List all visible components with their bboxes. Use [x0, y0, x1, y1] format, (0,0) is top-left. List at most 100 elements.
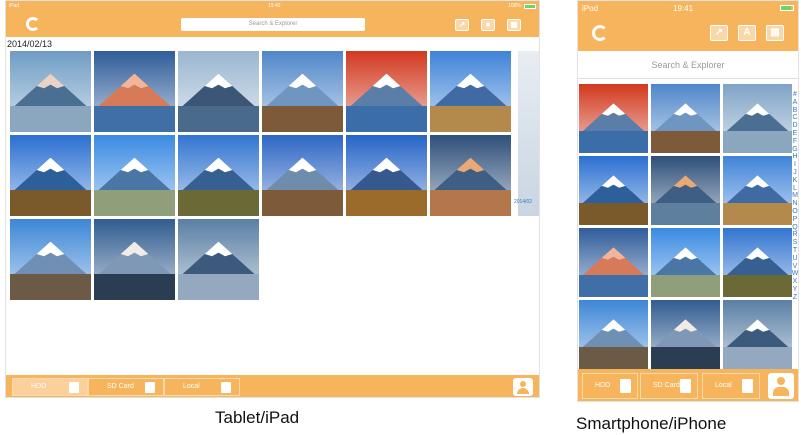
index-letter[interactable]: A [793, 99, 798, 107]
tablet-screen: iPad 19:42 100% Search & Explorer ↗ ■ ▦ 20… [5, 0, 540, 398]
index-letter[interactable]: M [792, 192, 798, 200]
photo-foreground [94, 190, 175, 216]
share-button[interactable]: ↗ [710, 25, 728, 41]
index-letter[interactable]: X [793, 278, 798, 286]
sd-card-icon [145, 382, 155, 393]
index-letter[interactable]: O [792, 208, 797, 216]
photo-thumbnail[interactable] [346, 135, 427, 216]
index-letter[interactable]: F [793, 138, 797, 146]
user-icon-body [773, 387, 789, 396]
index-letter[interactable]: L [793, 185, 797, 193]
photo-thumbnail[interactable] [346, 51, 427, 132]
hdd-icon [620, 379, 631, 393]
index-letter[interactable]: N [792, 200, 797, 208]
photo-foreground [94, 106, 175, 132]
photo-thumbnail[interactable] [723, 300, 792, 369]
source-tab-local[interactable]: Local [164, 378, 240, 396]
index-letter[interactable]: K [793, 177, 798, 185]
device-label: iPad [9, 3, 20, 9]
index-letter[interactable]: V [793, 263, 798, 271]
account-button[interactable] [513, 378, 533, 396]
photo-thumbnail[interactable] [579, 228, 648, 297]
device-icon [742, 379, 753, 393]
photo-foreground [723, 202, 792, 225]
search-input[interactable]: Search & Explorer [181, 18, 365, 31]
photo-foreground [10, 274, 91, 300]
photo-thumbnail[interactable] [94, 51, 175, 132]
photo-foreground [178, 106, 259, 132]
photo-thumbnail[interactable] [10, 135, 91, 216]
photo-thumbnail[interactable] [430, 51, 511, 132]
index-letter[interactable]: H [792, 153, 797, 161]
phone-screen: iPod 19:41 ↗ A ▦ Search & Explorer # A B C D E F… [577, 0, 799, 402]
photo-thumbnail[interactable] [579, 84, 648, 153]
search-input[interactable]: Search & Explorer [578, 51, 798, 79]
date-section-label: 2014/02/13 [7, 39, 53, 49]
photo-foreground [651, 130, 720, 153]
photo-foreground [651, 202, 720, 225]
phone-status-bar: iPod 19:41 [578, 1, 798, 15]
photo-foreground [651, 346, 720, 369]
account-button[interactable] [768, 373, 794, 399]
photo-thumbnail[interactable] [579, 156, 648, 225]
photo-thumbnail[interactable] [94, 135, 175, 216]
index-letter[interactable]: Y [793, 286, 798, 294]
photo-thumbnail[interactable] [430, 135, 511, 216]
sort-alpha-button[interactable]: A [738, 25, 756, 41]
source-tab-hdd[interactable]: HDD [582, 373, 638, 399]
share-button[interactable]: ↗ [455, 19, 469, 31]
index-letter[interactable]: Z [793, 294, 797, 302]
photo-thumbnail[interactable] [178, 51, 259, 132]
index-letter[interactable]: Q [792, 224, 797, 232]
photo-thumbnail[interactable] [10, 51, 91, 132]
photo-foreground [723, 274, 792, 297]
sort-button[interactable]: ■ [481, 19, 495, 31]
photo-thumbnail[interactable] [178, 219, 259, 300]
photo-thumbnail[interactable] [178, 135, 259, 216]
index-letter[interactable]: U [792, 255, 797, 263]
refresh-icon[interactable] [26, 17, 40, 31]
grid-view-button[interactable]: ▦ [766, 25, 784, 41]
index-letter[interactable]: # [793, 91, 797, 99]
source-tab-local[interactable]: Local [702, 373, 760, 399]
index-letter[interactable]: C [792, 114, 797, 122]
photo-thumbnail[interactable] [651, 300, 720, 369]
index-letter[interactable]: R [792, 231, 797, 239]
index-letter[interactable]: I [794, 161, 796, 169]
source-tab-hdd[interactable]: HDD [12, 378, 88, 396]
battery-icon [524, 4, 536, 9]
photo-thumbnail[interactable] [651, 228, 720, 297]
index-letter[interactable]: W [792, 270, 798, 278]
photo-thumbnail[interactable] [10, 219, 91, 300]
photo-foreground [430, 190, 511, 216]
index-letter[interactable]: S [793, 239, 798, 247]
photo-thumbnail[interactable] [723, 156, 792, 225]
photo-thumbnail[interactable] [579, 300, 648, 369]
battery-percent: 100% [508, 3, 521, 9]
photo-thumbnail[interactable] [651, 84, 720, 153]
alphabet-index[interactable]: # A B C D E F G H I J K L M N O P Q R S T U V W X Y Z [790, 91, 798, 302]
photo-thumbnail[interactable] [262, 51, 343, 132]
next-section-label: 2014/02 [514, 199, 533, 205]
photo-thumbnail[interactable] [94, 219, 175, 300]
user-icon [520, 381, 526, 387]
battery-icon [780, 5, 794, 11]
photo-thumbnail[interactable] [723, 84, 792, 153]
photo-thumbnail[interactable] [262, 135, 343, 216]
index-letter[interactable]: E [793, 130, 798, 138]
clock: 19:41 [673, 4, 694, 13]
index-letter[interactable]: G [792, 146, 797, 154]
source-tab-sd-card[interactable]: SD Card [88, 378, 164, 396]
index-letter[interactable]: T [793, 247, 797, 255]
photo-thumbnail[interactable] [651, 156, 720, 225]
index-letter[interactable]: J [793, 169, 797, 177]
photo-foreground [10, 106, 91, 132]
photo-thumbnail[interactable] [723, 228, 792, 297]
source-tab-sd-card[interactable]: SD Card [640, 373, 698, 399]
refresh-icon[interactable] [592, 25, 608, 41]
index-letter[interactable]: D [792, 122, 797, 130]
grid-view-button[interactable]: ▦ [507, 19, 521, 31]
index-letter[interactable]: B [793, 107, 798, 115]
next-section-peek [518, 51, 539, 216]
index-letter[interactable]: P [793, 216, 798, 224]
